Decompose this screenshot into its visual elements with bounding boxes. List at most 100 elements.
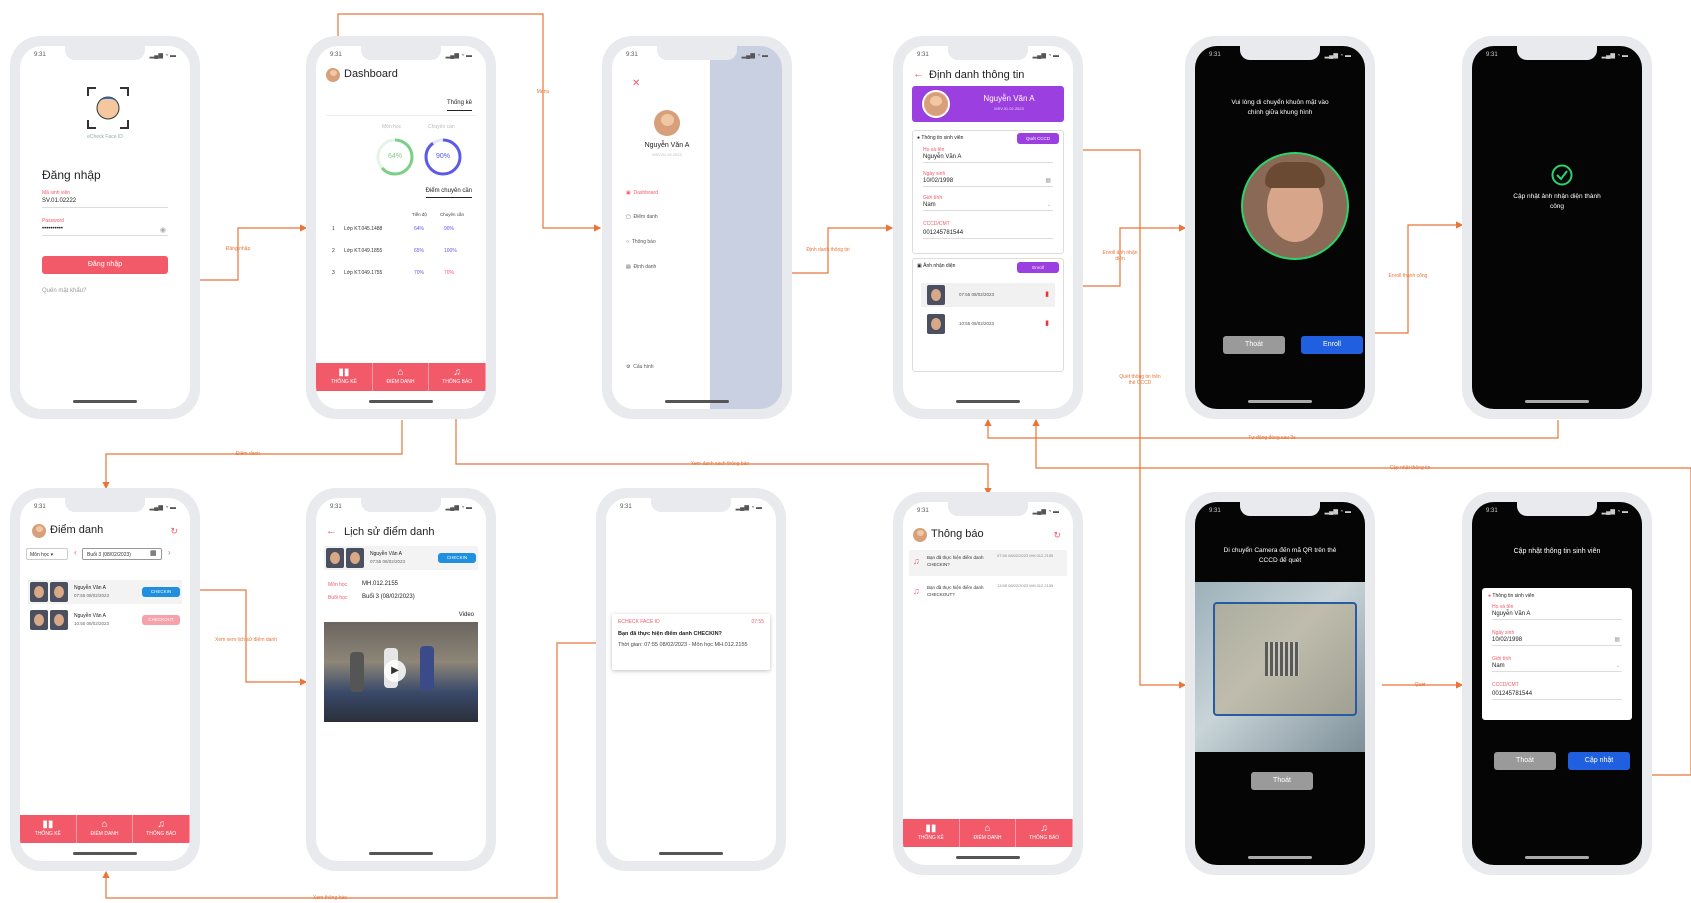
- status-time: 9:31: [34, 52, 46, 58]
- photo-item[interactable]: 10:55 08/02/2023 ▮: [921, 312, 1055, 336]
- status-time: 9:31: [1486, 508, 1498, 514]
- trash-icon[interactable]: ▮: [1045, 319, 1049, 327]
- menu-item-attendance[interactable]: ▢ Điểm danh: [626, 214, 658, 220]
- signal-icon: ▂▄▆ ◔ ▬: [1032, 53, 1059, 59]
- menu-item-dashboard[interactable]: ▣ Dashboard: [626, 190, 658, 196]
- flow-label: Quét thông tin trên thẻ CCCD: [1119, 374, 1161, 386]
- calendar-icon[interactable]: ▦: [1614, 636, 1620, 643]
- subject-select[interactable]: Môn học ▾: [26, 548, 68, 560]
- attendance-item[interactable]: Nguyễn Văn A 07:55 08/02/2023 CHECKIN: [28, 580, 182, 604]
- update-button[interactable]: Cập nhật: [1568, 752, 1630, 770]
- tab-attendance[interactable]: ⌂ ĐIỂM DANH: [960, 819, 1017, 847]
- id-field[interactable]: 001245781544: [923, 230, 1053, 239]
- login-button[interactable]: Đăng nhập: [42, 256, 168, 274]
- tab-statistics[interactable]: ▮▮ THỐNG KÊ: [20, 815, 77, 843]
- scan-id-button[interactable]: Quét CCCD: [1017, 133, 1059, 144]
- tab-attendance[interactable]: ⌂ ĐIỂM DANH: [77, 815, 134, 843]
- avatar[interactable]: [913, 528, 927, 542]
- enroll-button[interactable]: Enroll: [1017, 262, 1059, 273]
- dob-field[interactable]: 10/02/1998: [1492, 637, 1622, 646]
- refresh-icon[interactable]: ↻: [1053, 530, 1061, 541]
- forgot-password-link[interactable]: Quên mật khẩu?: [42, 288, 86, 294]
- face-thumbnail: [50, 610, 68, 630]
- trash-icon[interactable]: ▮: [1045, 290, 1049, 298]
- avatar[interactable]: [326, 68, 340, 82]
- page-title: Điểm danh: [50, 524, 104, 536]
- gender-select[interactable]: Nam: [923, 202, 1053, 211]
- tab-statistics[interactable]: ▮▮ THỐNG KÊ: [316, 363, 373, 391]
- subject-label: Môn học: [328, 582, 348, 588]
- exit-button[interactable]: Thoát: [1251, 772, 1313, 790]
- chart-icon: ▮▮: [338, 367, 350, 378]
- calendar-icon[interactable]: ▦: [1045, 177, 1051, 184]
- chevron-down-icon[interactable]: ⌄: [1616, 663, 1620, 669]
- flow-label: Tự động đóng sau 3s: [1248, 435, 1296, 441]
- tab-notifications[interactable]: ♫ THÔNG BÁO: [133, 815, 190, 843]
- face-thumbnail: [927, 285, 945, 305]
- play-icon[interactable]: ▶: [384, 660, 406, 682]
- identify-screen: 9:31 ▂▄▆ ◔ ▬ ← Định danh thông tin Nguyễ…: [903, 46, 1073, 409]
- student-id-label: Mã sinh viên: [42, 190, 71, 196]
- status-time: 9:31: [917, 52, 929, 58]
- dob-field[interactable]: 10/02/1998: [923, 178, 1053, 187]
- face-thumbnail: [326, 548, 344, 568]
- face-id-logo-icon: [87, 87, 129, 129]
- face-instruction: Vui lòng di chuyển khuôn mặt vào chính g…: [1231, 99, 1329, 116]
- chevron-right-icon[interactable]: ›: [168, 548, 171, 557]
- bottom-tab-bar: ▮▮ THỐNG KÊ ⌂ ĐIỂM DANH ♫ THÔNG BÁO: [20, 815, 190, 843]
- push-notification[interactable]: ECHECK FACE ID 07:55 Bạn đã thực hiện đi…: [612, 614, 770, 670]
- id-field[interactable]: 001245781544: [1492, 691, 1622, 700]
- tab-notifications[interactable]: ♫ THÔNG BÁO: [1016, 819, 1073, 847]
- video-player[interactable]: ▶: [324, 622, 478, 722]
- attendance-item[interactable]: Nguyễn Văn A 10:55 08/02/2023 CHECKOUT: [28, 608, 182, 632]
- avatar[interactable]: [32, 524, 46, 538]
- menu-item-config[interactable]: ⚙ Cấu hình: [626, 364, 654, 370]
- notification-item[interactable]: ♫ Bạn đã thực hiện điểm danh CHECKOUT? 1…: [909, 580, 1067, 606]
- back-arrow-icon[interactable]: ←: [913, 68, 924, 80]
- table-row[interactable]: 1 Lớp KT.045.1488 64% 90%: [332, 226, 476, 240]
- avatar: [922, 90, 950, 118]
- tab-statistics[interactable]: ▮▮ THỐNG KÊ: [903, 819, 960, 847]
- student-id-input[interactable]: SV.01.02222: [42, 198, 168, 208]
- table-row[interactable]: 3 Lớp KT.049.1755 70% 70%: [332, 270, 476, 284]
- notification-item[interactable]: ♫ Bạn đã thực hiện điểm danh CHECKIN? 07…: [909, 550, 1067, 576]
- table-row[interactable]: 2 Lớp KT.049.1855 65% 100%: [332, 248, 476, 262]
- tab-notifications[interactable]: ♫ THÔNG BÁO: [429, 363, 486, 391]
- back-arrow-icon[interactable]: ←: [326, 525, 337, 537]
- section-title: ▣ Ảnh nhận diện: [917, 263, 956, 269]
- tab-attendance[interactable]: ⌂ ĐIỂM DANH: [373, 363, 430, 391]
- login-screen: 9:31 ▂▄▆ ◔ ▬ eCheck Face ID Đăng nhập Mã…: [20, 46, 190, 409]
- menu-item-identify[interactable]: ▤ Định danh: [626, 264, 656, 270]
- signal-icon: ▂▄▆ ◔ ▬: [1601, 53, 1628, 59]
- exit-button[interactable]: Thoát: [1494, 752, 1556, 770]
- dob-label: Ngày sinh: [1492, 630, 1515, 636]
- flow-attendance-history: [182, 589, 308, 686]
- menu-screen: 9:31 ▂▄▆ ◔ ▬ ✕ Nguyễn Văn A MSV.01.02.20…: [612, 46, 782, 409]
- refresh-icon[interactable]: ↻: [170, 526, 178, 537]
- close-icon[interactable]: ✕: [632, 78, 640, 89]
- face-thumbnail: [30, 610, 48, 630]
- chevron-down-icon[interactable]: ⌄: [1047, 202, 1051, 208]
- gauge-value: 64%: [387, 153, 402, 160]
- calendar-icon[interactable]: ▦: [150, 549, 157, 557]
- signal-icon: ▂▄▆ ◔ ▬: [1032, 509, 1059, 515]
- photo-item[interactable]: 07:55 08/02/2023 ▮: [921, 283, 1055, 307]
- tab-statistics[interactable]: Thống kê: [446, 100, 472, 111]
- table-title: Điểm chuyên cần: [425, 188, 472, 198]
- gender-select[interactable]: Nam: [1492, 663, 1622, 672]
- name-field[interactable]: Nguyễn Văn A: [923, 154, 1053, 163]
- profile-code: MSV.01.02.2023: [994, 106, 1024, 111]
- menu-item-notifications[interactable]: ○ Thông báo: [626, 239, 656, 245]
- eye-icon[interactable]: ◉: [160, 226, 166, 234]
- user-name: Nguyễn Văn A: [644, 142, 690, 149]
- enroll-button[interactable]: Enroll: [1301, 336, 1363, 354]
- success-message: Cập nhật ảnh nhận diện thành công: [1513, 193, 1601, 210]
- chevron-left-icon[interactable]: ‹: [74, 548, 77, 557]
- user-icon: ⌂: [984, 823, 991, 834]
- signal-icon: ▂▄▆ ◔ ▬: [1601, 509, 1628, 515]
- password-input[interactable]: ••••••••••: [42, 226, 168, 236]
- exit-button[interactable]: Thoát: [1223, 336, 1285, 354]
- face-thumbnail: [346, 548, 364, 568]
- phone-qr-scan: 9:31 ▂▄▆ ◔ ▬ Di chuyển Camera đến mã QR …: [1185, 492, 1375, 875]
- name-field[interactable]: Nguyễn Văn A: [1492, 611, 1622, 620]
